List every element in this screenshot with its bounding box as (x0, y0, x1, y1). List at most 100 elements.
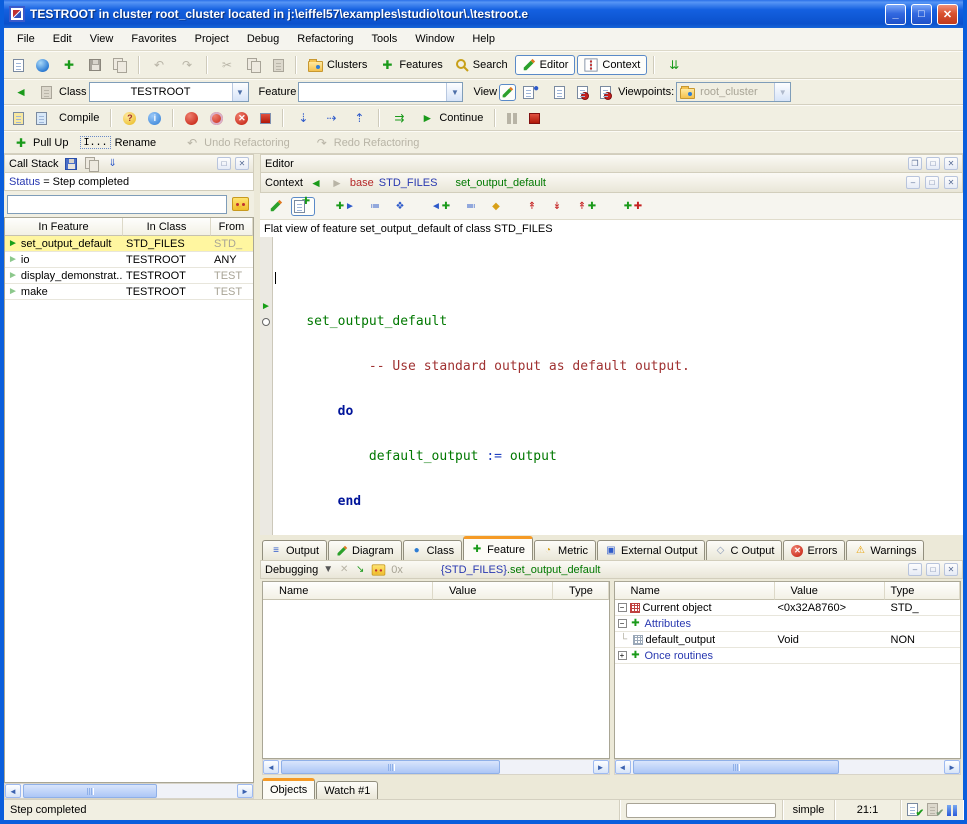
compile-help-button[interactable]: ? (118, 109, 141, 128)
tab-output[interactable]: Output (262, 540, 327, 560)
breakpoint-gutter[interactable]: ► (260, 237, 273, 535)
breadcrumb-library[interactable]: base (350, 177, 374, 189)
assignees-button[interactable] (460, 195, 482, 217)
createds-button[interactable] (485, 195, 507, 217)
scroll-left-icon[interactable]: ◄ (5, 784, 21, 798)
assigners-button[interactable] (364, 195, 386, 217)
view-flat-button[interactable] (549, 83, 570, 102)
scroll-left-icon[interactable]: ◄ (263, 760, 279, 774)
editor-button[interactable]: Editor (515, 55, 576, 75)
info-button[interactable]: i (143, 109, 166, 128)
panel-minimize-button[interactable]: – (906, 176, 920, 189)
breakpoint-slot-icon[interactable] (262, 318, 270, 326)
chevron-down-icon[interactable]: ▼ (232, 83, 248, 101)
tab-external-output[interactable]: External Output (597, 540, 705, 560)
panel-close-button[interactable]: ✕ (235, 157, 249, 170)
collapse-icon[interactable]: − (618, 603, 627, 612)
add-button[interactable] (56, 54, 82, 76)
expand-icon[interactable]: + (618, 651, 627, 660)
implementers-button[interactable] (617, 195, 649, 217)
breadcrumb-class[interactable]: STD_FILES (379, 177, 438, 189)
callees-button[interactable] (425, 195, 457, 217)
col-from[interactable]: From (211, 218, 253, 236)
tab-diagram[interactable]: Diagram (328, 540, 402, 560)
tab-errors[interactable]: ✕Errors (783, 540, 845, 560)
context-button[interactable]: Context (577, 55, 647, 75)
menu-tools[interactable]: Tools (363, 30, 407, 48)
panel-minimize-button[interactable]: – (908, 563, 922, 576)
rename-button[interactable]: I... Rename (75, 133, 161, 152)
table-row[interactable]: −Attributes (615, 616, 961, 632)
menu-file[interactable]: File (8, 30, 44, 48)
menu-window[interactable]: Window (406, 30, 463, 48)
chevron-down-icon[interactable] (322, 562, 334, 578)
melt-button[interactable] (8, 109, 29, 128)
callers-button[interactable] (329, 195, 361, 217)
descendants-button[interactable] (546, 195, 568, 217)
table-row[interactable]: ►io TESTROOT ANY (5, 252, 253, 268)
menu-help[interactable]: Help (463, 30, 504, 48)
step-out-button[interactable] (346, 107, 372, 129)
compile-button[interactable]: Compile (54, 109, 104, 127)
send-to-external-button[interactable] (661, 54, 687, 76)
homonyms-button[interactable] (571, 195, 603, 217)
view-contract-button[interactable] (572, 83, 593, 102)
edit-feature-button[interactable] (264, 196, 288, 216)
creators-button[interactable] (389, 195, 411, 217)
minimize-button[interactable]: _ (885, 4, 906, 25)
new-feature-button[interactable] (291, 197, 315, 216)
tab-watch-1[interactable]: Watch #1 (316, 781, 378, 799)
maximize-button[interactable]: □ (911, 4, 932, 25)
class-combobox[interactable]: TESTROOT ▼ (89, 82, 249, 102)
scroll-thumb[interactable] (23, 784, 157, 798)
call-stack-hscrollbar[interactable]: ◄ ► (4, 783, 254, 799)
tab-objects[interactable]: Objects (262, 778, 315, 799)
clusters-button[interactable]: Clusters (303, 56, 372, 75)
features-button[interactable]: Features (374, 54, 447, 76)
callstack-copy-button[interactable] (83, 155, 101, 173)
code-area[interactable]: ► set_output_default -- Use standard out… (260, 237, 963, 535)
scroll-thumb[interactable] (281, 760, 500, 774)
scroll-left-icon[interactable]: ◄ (615, 760, 631, 774)
table-row[interactable]: −Current object <0x32A8760> STD_ (615, 600, 961, 616)
hex-bubble-icon[interactable] (372, 564, 386, 575)
exception-trace-button[interactable] (230, 195, 251, 213)
panel-maximize-button[interactable]: □ (217, 157, 231, 170)
callstack-save-button[interactable] (63, 156, 79, 172)
panel-close-button[interactable]: ✕ (944, 157, 958, 170)
scroll-right-icon[interactable]: ► (237, 784, 253, 798)
scroll-thumb[interactable] (633, 760, 840, 774)
enable-breakpoints-button[interactable] (180, 109, 203, 128)
step-into-button[interactable] (318, 107, 344, 129)
close-button[interactable]: ✕ (937, 4, 958, 25)
col-value[interactable]: Value (433, 582, 553, 600)
collapse-icon[interactable]: − (618, 619, 627, 628)
menu-debug[interactable]: Debug (238, 30, 288, 48)
col-in-feature[interactable]: In Feature (5, 218, 123, 236)
table-row[interactable]: +Once routines (615, 648, 961, 664)
view-interface-button[interactable] (595, 83, 616, 102)
col-type[interactable]: Type (885, 582, 961, 600)
disable-breakpoints-button[interactable] (205, 109, 228, 128)
view-text-button[interactable] (499, 84, 516, 101)
code-editor[interactable]: set_output_default -- Use standard outpu… (273, 237, 963, 535)
table-row[interactable]: ►display_demonstrat... TESTROOT TEST (5, 268, 253, 284)
menu-edit[interactable]: Edit (44, 30, 81, 48)
col-name[interactable]: Name (615, 582, 775, 600)
watch-hscrollbar[interactable]: ◄ ► (262, 759, 610, 775)
view-clickable-button[interactable] (518, 83, 547, 102)
tab-metric[interactable]: Metric (534, 540, 596, 560)
step-over-button[interactable] (290, 107, 316, 129)
open-button[interactable] (31, 56, 54, 75)
search-button[interactable]: Search (450, 55, 513, 75)
tab-class[interactable]: Class (403, 540, 463, 560)
menu-favorites[interactable]: Favorites (122, 30, 185, 48)
panel-restore-button[interactable]: ❐ (908, 157, 922, 170)
freeze-button[interactable] (31, 109, 52, 128)
call-stack-filter-input[interactable] (7, 195, 227, 214)
table-row[interactable]: default_output Void NON (615, 632, 961, 648)
scroll-right-icon[interactable]: ► (944, 760, 960, 774)
panel-close-button[interactable]: ✕ (944, 563, 958, 576)
col-in-class[interactable]: In Class (123, 218, 211, 236)
scroll-right-icon[interactable]: ► (593, 760, 609, 774)
